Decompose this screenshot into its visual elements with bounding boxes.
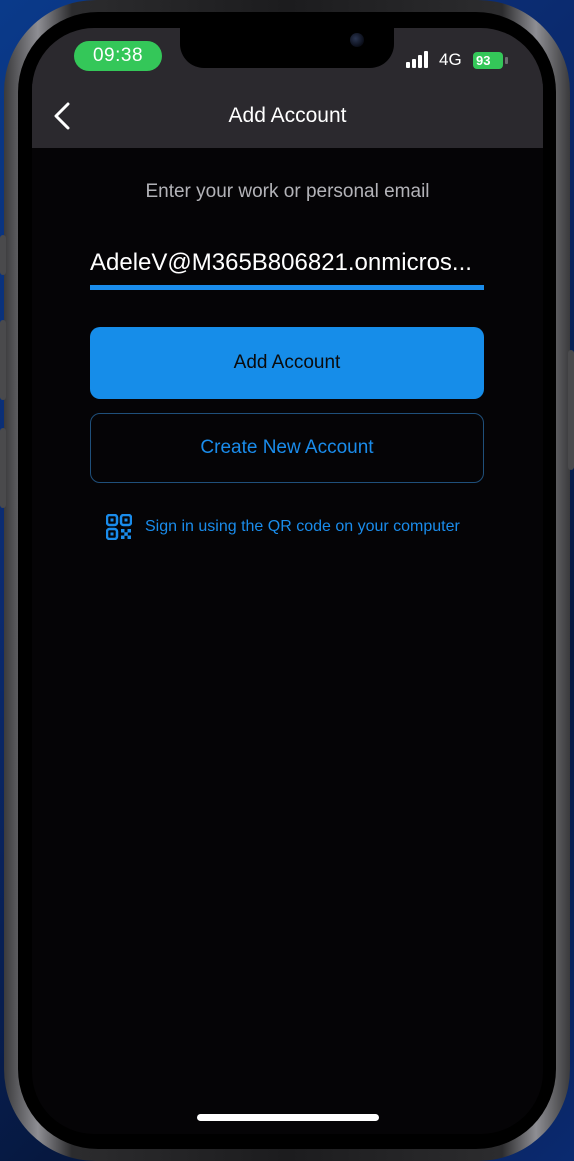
chevron-left-icon [54,102,70,130]
phone-side-button [0,235,6,275]
battery-icon: 93 [473,52,503,69]
battery-tip [505,57,508,64]
dynamic-island [180,28,394,68]
phone-screen: 09:38 4G 93 Add Account Enter your work … [32,28,543,1134]
qr-signin-label: Sign in using the QR code on your comput… [145,518,460,535]
page-title: Add Account [228,104,347,127]
email-prompt: Enter your work or personal email [145,181,430,202]
phone-side-button [0,320,6,400]
status-time[interactable]: 09:38 [74,41,162,71]
back-button[interactable] [48,96,78,136]
network-type: 4G [439,50,462,69]
navigation-bar: Add Account [32,84,543,148]
cellular-signal-icon [406,50,432,68]
create-new-account-button[interactable]: Create New Account [90,413,484,483]
front-camera [350,33,364,47]
battery-percent: 93 [476,53,491,68]
phone-side-button [568,350,574,470]
qr-code-icon [106,514,132,540]
email-input[interactable] [90,240,484,290]
add-account-button[interactable]: Add Account [90,327,484,399]
home-indicator[interactable] [197,1114,379,1121]
phone-side-button [0,428,6,508]
